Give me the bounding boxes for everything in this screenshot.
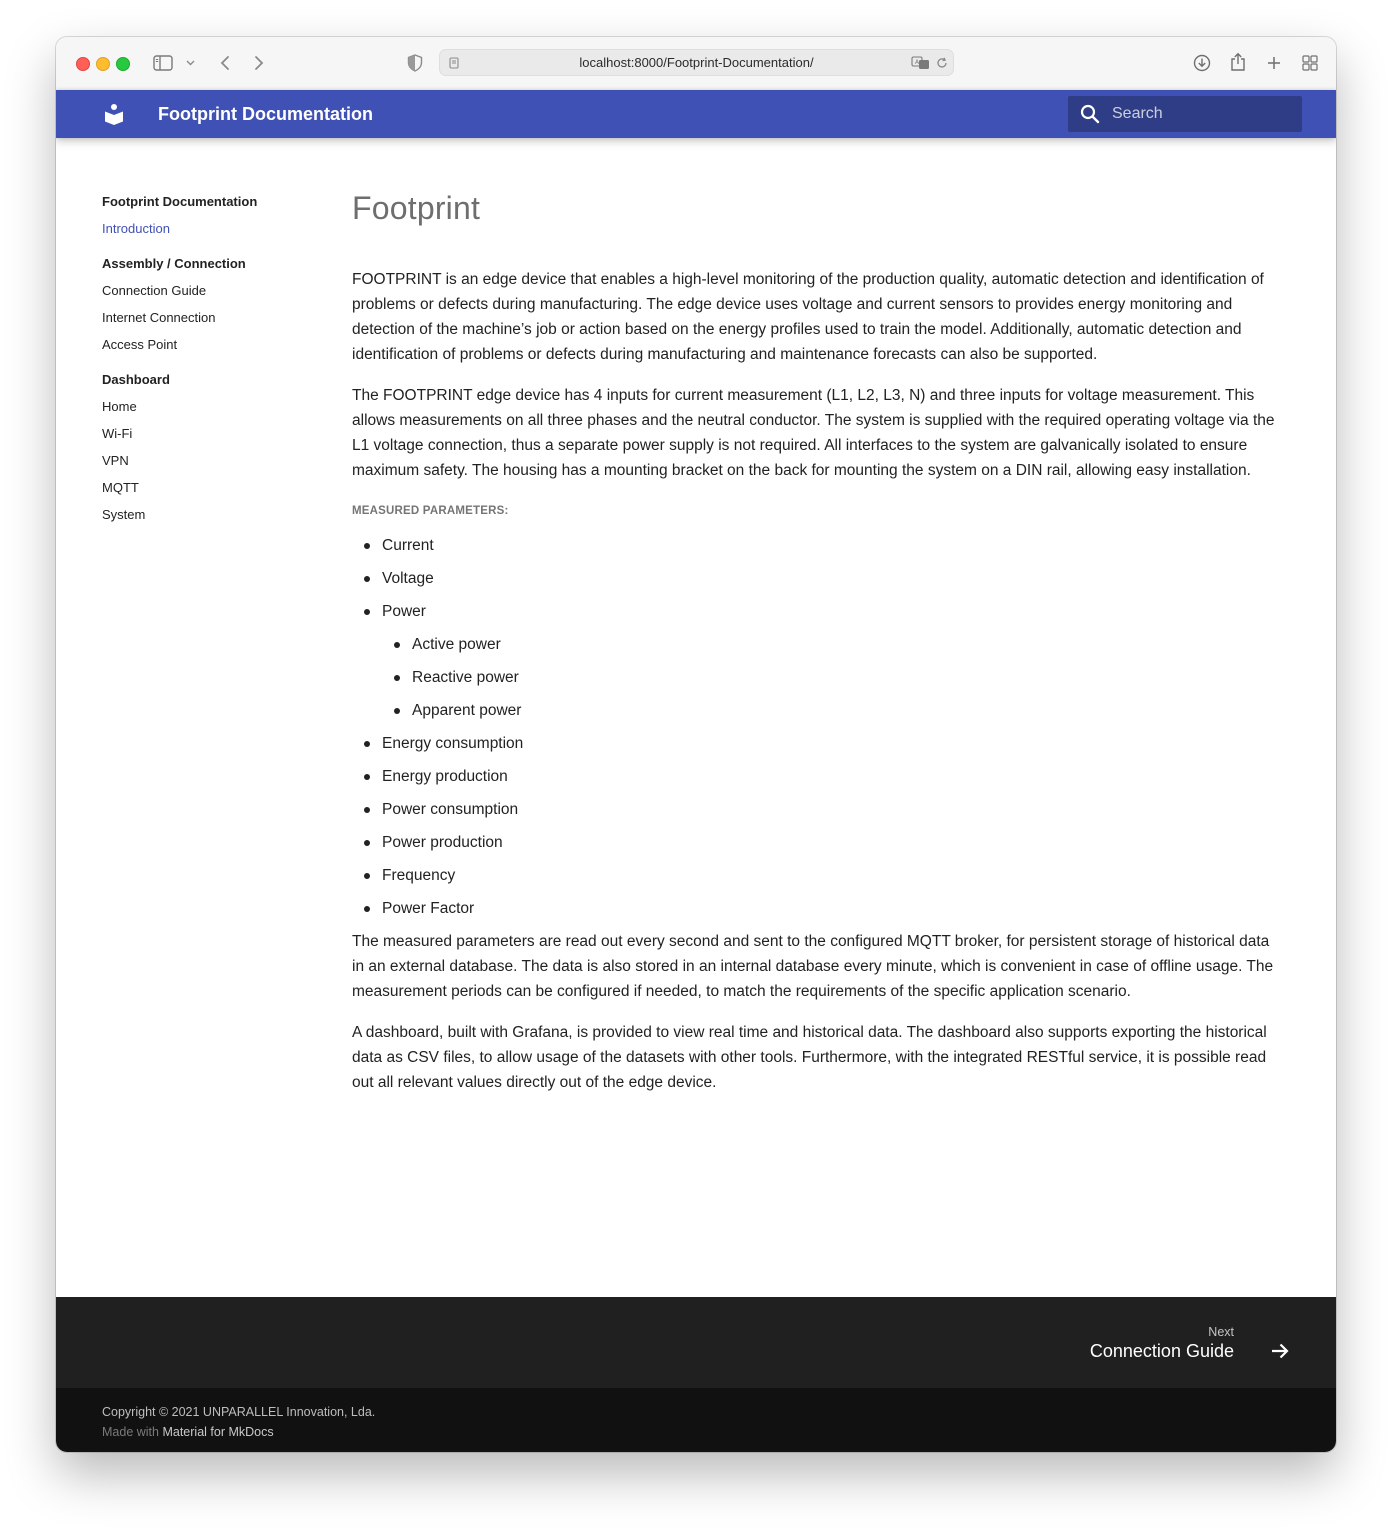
- nav-item-wifi[interactable]: Wi-Fi: [102, 417, 332, 444]
- main-content: Footprint FOOTPRINT is an edge device th…: [352, 187, 1284, 1095]
- made-with-text: Made with Material for MkDocs: [102, 1422, 274, 1442]
- list-item: Voltage: [352, 566, 1284, 591]
- book-logo-icon[interactable]: [102, 102, 126, 126]
- dashboard-paragraph: A dashboard, built with Grafana, is prov…: [352, 1024, 1267, 1091]
- search-box[interactable]: [1068, 96, 1302, 132]
- measured-parameters-heading: MEASURED PARAMETERS:: [352, 505, 509, 517]
- site-title[interactable]: Footprint Documentation: [158, 90, 373, 138]
- intro-paragraph: FOOTPRINT is an edge device that enables…: [352, 271, 1264, 363]
- site-header: Footprint Documentation: [56, 90, 1336, 138]
- search-icon: [1080, 104, 1100, 129]
- mqtt-paragraph: The measured parameters are read out eve…: [352, 933, 1274, 1000]
- nav-section-title: Assembly / Connection: [102, 256, 246, 271]
- list-item: Current: [352, 533, 1284, 558]
- browser-toolbar: localhost:8000/Footprint-Documentation/ …: [56, 37, 1336, 91]
- page-title: Footprint: [352, 190, 481, 226]
- list-item: Power: [352, 599, 1284, 624]
- privacy-shield-icon[interactable]: [406, 54, 424, 72]
- footer-meta: Copyright © 2021 UNPARALLEL Innovation, …: [56, 1388, 1336, 1452]
- nav-item-mqtt[interactable]: MQTT: [102, 471, 332, 498]
- downloads-icon[interactable]: [1192, 53, 1212, 73]
- material-mkdocs-link[interactable]: Material for MkDocs: [162, 1425, 273, 1439]
- nav-section-title: Footprint Documentation: [102, 194, 258, 209]
- reload-icon[interactable]: [935, 56, 949, 70]
- inputs-paragraph: The FOOTPRINT edge device has 4 inputs f…: [352, 387, 1275, 479]
- list-item: Frequency: [352, 863, 1284, 888]
- nav-item-access-point[interactable]: Access Point: [102, 328, 332, 355]
- share-icon[interactable]: [1228, 52, 1248, 72]
- nav-item-system[interactable]: System: [102, 498, 332, 525]
- list-item: Power Factor: [352, 896, 1284, 921]
- zoom-window-button[interactable]: [116, 57, 130, 71]
- parameters-list: Current Voltage Power Active power React…: [352, 533, 1284, 921]
- list-item: Energy consumption: [352, 731, 1284, 756]
- browser-window: localhost:8000/Footprint-Documentation/ …: [56, 37, 1336, 1452]
- nav-item-introduction[interactable]: Introduction: [102, 212, 332, 239]
- arrow-right-icon[interactable]: [1270, 1341, 1290, 1366]
- list-item-nested: Apparent power: [352, 698, 1284, 723]
- list-item: Energy production: [352, 764, 1284, 789]
- tab-overview-icon[interactable]: [1300, 53, 1320, 73]
- close-window-button[interactable]: [76, 57, 90, 71]
- nav-item-vpn[interactable]: VPN: [102, 444, 332, 471]
- back-arrow-icon[interactable]: [216, 54, 234, 72]
- next-title[interactable]: Connection Guide: [1090, 1341, 1234, 1362]
- chevron-down-icon[interactable]: [184, 57, 196, 69]
- sidebar-toggle-icon[interactable]: [152, 54, 174, 72]
- next-page-link[interactable]: Next Connection Guide: [1030, 1321, 1290, 1371]
- list-item-nested: Reactive power: [352, 665, 1284, 690]
- new-tab-plus-icon[interactable]: [1264, 53, 1284, 73]
- footer-nav: Next Connection Guide: [56, 1297, 1336, 1388]
- list-item-nested: Active power: [352, 632, 1284, 657]
- list-item: Power production: [352, 830, 1284, 855]
- next-caption: Next: [1208, 1325, 1234, 1339]
- nav-section-title: Dashboard: [102, 372, 170, 387]
- translate-icon[interactable]: A: [910, 55, 932, 71]
- minimize-window-button[interactable]: [96, 57, 110, 71]
- url-text[interactable]: localhost:8000/Footprint-Documentation/: [440, 50, 953, 75]
- forward-arrow-icon[interactable]: [250, 54, 268, 72]
- nav-item-internet-connection[interactable]: Internet Connection: [102, 301, 332, 328]
- made-with-prefix: Made with: [102, 1425, 159, 1439]
- search-input[interactable]: [1112, 96, 1292, 132]
- list-item: Power consumption: [352, 797, 1284, 822]
- nav-item-connection-guide[interactable]: Connection Guide: [102, 274, 332, 301]
- sidebar-nav: Footprint Documentation Introduction Ass…: [102, 192, 332, 525]
- copyright-text: Copyright © 2021 UNPARALLEL Innovation, …: [102, 1405, 376, 1419]
- address-bar[interactable]: localhost:8000/Footprint-Documentation/ …: [439, 49, 954, 76]
- nav-item-home[interactable]: Home: [102, 390, 332, 417]
